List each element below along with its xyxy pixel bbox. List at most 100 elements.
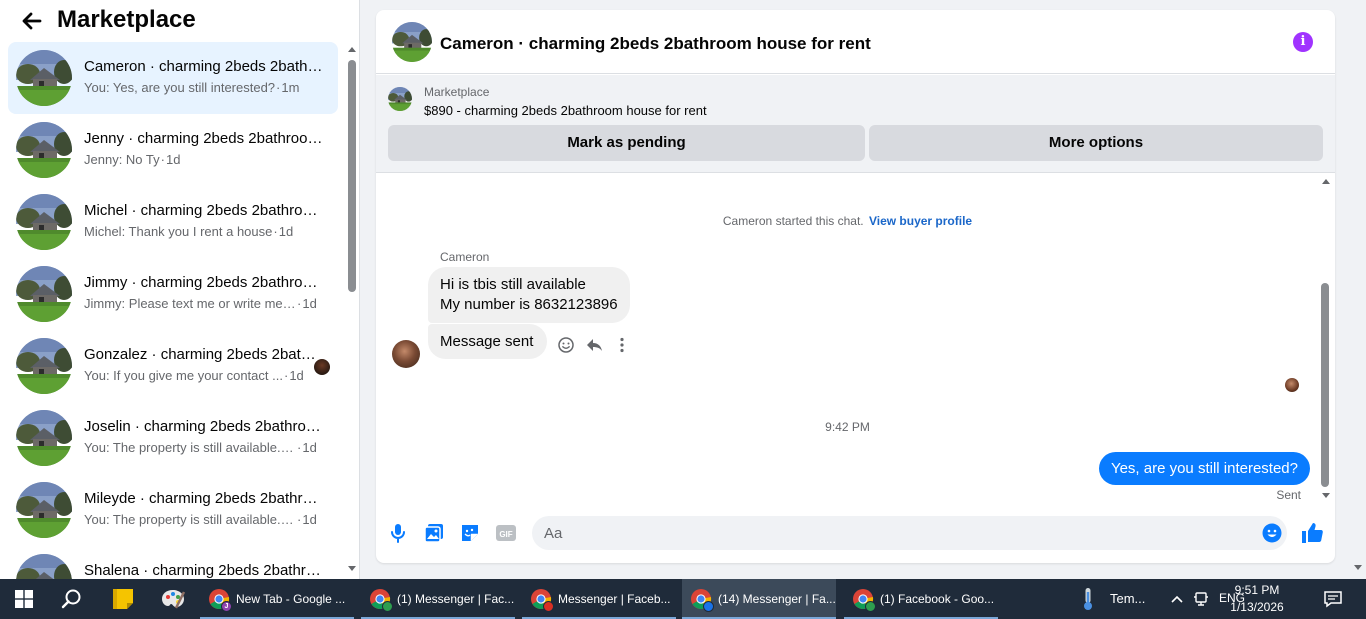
conversation-avatar	[16, 266, 72, 322]
paint-palette-icon	[162, 590, 186, 609]
conversation-time: 1d	[302, 512, 317, 527]
taskbar-app-chrome[interactable]: (14) Messenger | Fa...	[682, 579, 836, 619]
snippet-text: Jimmy: Please text me or write me l...	[84, 296, 296, 311]
conversation-item[interactable]: Gonzalez · charming 2beds 2bathroom hous…	[8, 330, 338, 402]
profile-badge	[703, 601, 714, 612]
message-input[interactable]	[532, 516, 1287, 550]
conversation-snippet: Michel: Thank you I rent a house · 1d	[84, 224, 293, 239]
back-arrow-icon[interactable]	[18, 7, 46, 35]
conversation-title: Joselin · charming 2beds 2bathroom house…	[84, 418, 324, 435]
photo-icon[interactable]	[423, 522, 445, 544]
scroll-down-icon[interactable]	[1322, 493, 1330, 498]
show-hidden-icons-button[interactable]	[1166, 579, 1188, 619]
weather-widget[interactable]	[1076, 579, 1100, 619]
notification-icon	[1324, 591, 1342, 608]
incoming-message[interactable]: Hi is tbis still available My number is …	[428, 267, 630, 323]
listing-thumbnail[interactable]	[388, 87, 412, 111]
paint-app-button[interactable]	[150, 579, 196, 619]
chat-started-text: Cameron started this chat.	[722, 214, 864, 228]
conversation-avatar	[16, 338, 72, 394]
page-scrollbar[interactable]	[1350, 0, 1366, 579]
conversation-snippet: Jimmy: Please text me or write me l... · 1…	[84, 296, 317, 311]
scrollbar-thumb[interactable]	[348, 60, 356, 292]
chrome-icon	[690, 588, 714, 612]
seen-avatar	[1285, 378, 1299, 392]
conversation-avatar	[16, 50, 72, 106]
listing-avatar[interactable]	[392, 22, 432, 62]
reply-icon[interactable]	[584, 335, 604, 355]
clock-date: 1/13/2026	[1230, 600, 1284, 614]
conversation-time: 1d	[289, 368, 304, 383]
microphone-icon[interactable]	[387, 522, 409, 544]
listing-banner: Marketplace $890 - charming 2beds 2bathr…	[376, 75, 1335, 173]
conversation-item[interactable]: Cameron · charming 2beds 2bathroom house…	[8, 42, 338, 114]
conversation-item[interactable]: Michel · charming 2beds 2bathroom house …	[8, 186, 338, 258]
mark-as-pending-button[interactable]: Mark as pending	[388, 125, 865, 161]
chat-panel: Cameron · charming 2beds 2bathroom house…	[376, 10, 1335, 563]
incoming-message[interactable]: Message sent	[428, 324, 548, 359]
windows-taskbar: J New Tab - Google ... (1) Messenger | Fac…	[0, 579, 1366, 619]
chat-title[interactable]: Cameron · charming 2beds 2bathroom house…	[440, 34, 871, 54]
taskbar-app-chrome[interactable]: (1) Facebook - Goo...	[844, 579, 998, 619]
message-thread: Cameron started this chat. View buyer pr…	[376, 174, 1335, 504]
windows-logo-icon	[15, 590, 33, 608]
conversation-avatar	[16, 410, 72, 466]
snippet-text: Michel: Thank you I rent a house	[84, 224, 273, 239]
profile-badge: J	[221, 601, 232, 612]
listing-title[interactable]: $890 - charming 2beds 2bathroom house fo…	[424, 103, 707, 118]
more-options-button[interactable]: More options	[869, 125, 1323, 161]
conversation-item[interactable]: Jimmy · charming 2beds 2bathroom house f…	[8, 258, 338, 330]
conversation-sidebar: Marketplace Cameron · charming 2beds 2ba…	[0, 0, 360, 579]
conversation-avatar	[16, 554, 72, 579]
info-icon[interactable]: i	[1293, 32, 1313, 52]
taskbar-app-chrome[interactable]: (1) Messenger | Fac...	[361, 579, 515, 619]
conversation-item[interactable]: Shalena · charming 2beds 2bathroom house…	[8, 546, 338, 579]
message-actions	[556, 334, 632, 356]
conversation-avatar	[16, 482, 72, 538]
conversation-snippet: You: The property is still available. I.…	[84, 512, 317, 527]
conversation-title: Shalena · charming 2beds 2bathroom house…	[84, 562, 324, 579]
gif-icon[interactable]: GIF	[495, 522, 517, 544]
outgoing-message[interactable]: Yes, are you still interested?	[1098, 452, 1310, 485]
weather-text[interactable]: Tem...	[1110, 591, 1145, 606]
sidebar-title: Marketplace	[57, 6, 196, 33]
taskbar-app-chrome[interactable]: J New Tab - Google ...	[200, 579, 354, 619]
search-button[interactable]	[48, 579, 96, 619]
snippet-text: You: The property is still available. I.…	[84, 440, 296, 455]
emoji-icon[interactable]	[1262, 523, 1282, 543]
chrome-icon: J	[208, 588, 232, 612]
conversation-item[interactable]: Joselin · charming 2beds 2bathroom house…	[8, 402, 338, 474]
taskbar-app-label: (1) Messenger | Fac...	[397, 592, 515, 606]
conversation-time: 1m	[281, 80, 300, 95]
message-line: My number is 8632123896	[440, 296, 618, 313]
sticky-notes-button[interactable]	[100, 579, 146, 619]
scroll-up-icon[interactable]	[348, 47, 356, 52]
sidebar-scrollbar[interactable]	[346, 44, 358, 574]
network-button[interactable]	[1191, 579, 1211, 619]
like-icon[interactable]	[1300, 521, 1324, 545]
scrollbar-thumb[interactable]	[1321, 283, 1329, 487]
clock[interactable]: 9:51 PM 1/13/2026	[1222, 582, 1292, 616]
start-button[interactable]	[0, 579, 48, 619]
more-vertical-icon[interactable]	[612, 335, 632, 355]
taskbar-app-label: (14) Messenger | Fa...	[718, 592, 836, 606]
view-buyer-profile-link[interactable]: View buyer profile	[869, 214, 972, 228]
message-line: Hi is tbis still available	[440, 276, 586, 293]
scroll-down-icon[interactable]	[348, 566, 356, 571]
taskbar-app-chrome[interactable]: Messenger | Faceb...	[522, 579, 676, 619]
conversation-title: Cameron · charming 2beds 2bathroom house…	[84, 58, 324, 75]
scroll-down-icon[interactable]	[1354, 565, 1362, 570]
notifications-button[interactable]	[1320, 579, 1346, 619]
react-emoji-icon[interactable]	[556, 335, 576, 355]
taskbar-app-label: New Tab - Google ...	[236, 592, 346, 606]
sticker-icon[interactable]	[459, 522, 481, 544]
time-separator: 9:42 PM	[825, 420, 870, 434]
conversation-item[interactable]: Jenny · charming 2beds 2bathroom house f…	[8, 114, 338, 186]
sender-avatar[interactable]	[392, 340, 420, 368]
network-icon	[1194, 592, 1208, 606]
chat-scrollbar[interactable]	[1319, 176, 1333, 502]
scroll-up-icon[interactable]	[1322, 179, 1330, 184]
conversation-item[interactable]: Mileyde · charming 2beds 2bathroom house…	[8, 474, 338, 546]
conversation-title: Jimmy · charming 2beds 2bathroom house f…	[84, 274, 324, 291]
profile-badge	[382, 601, 393, 612]
